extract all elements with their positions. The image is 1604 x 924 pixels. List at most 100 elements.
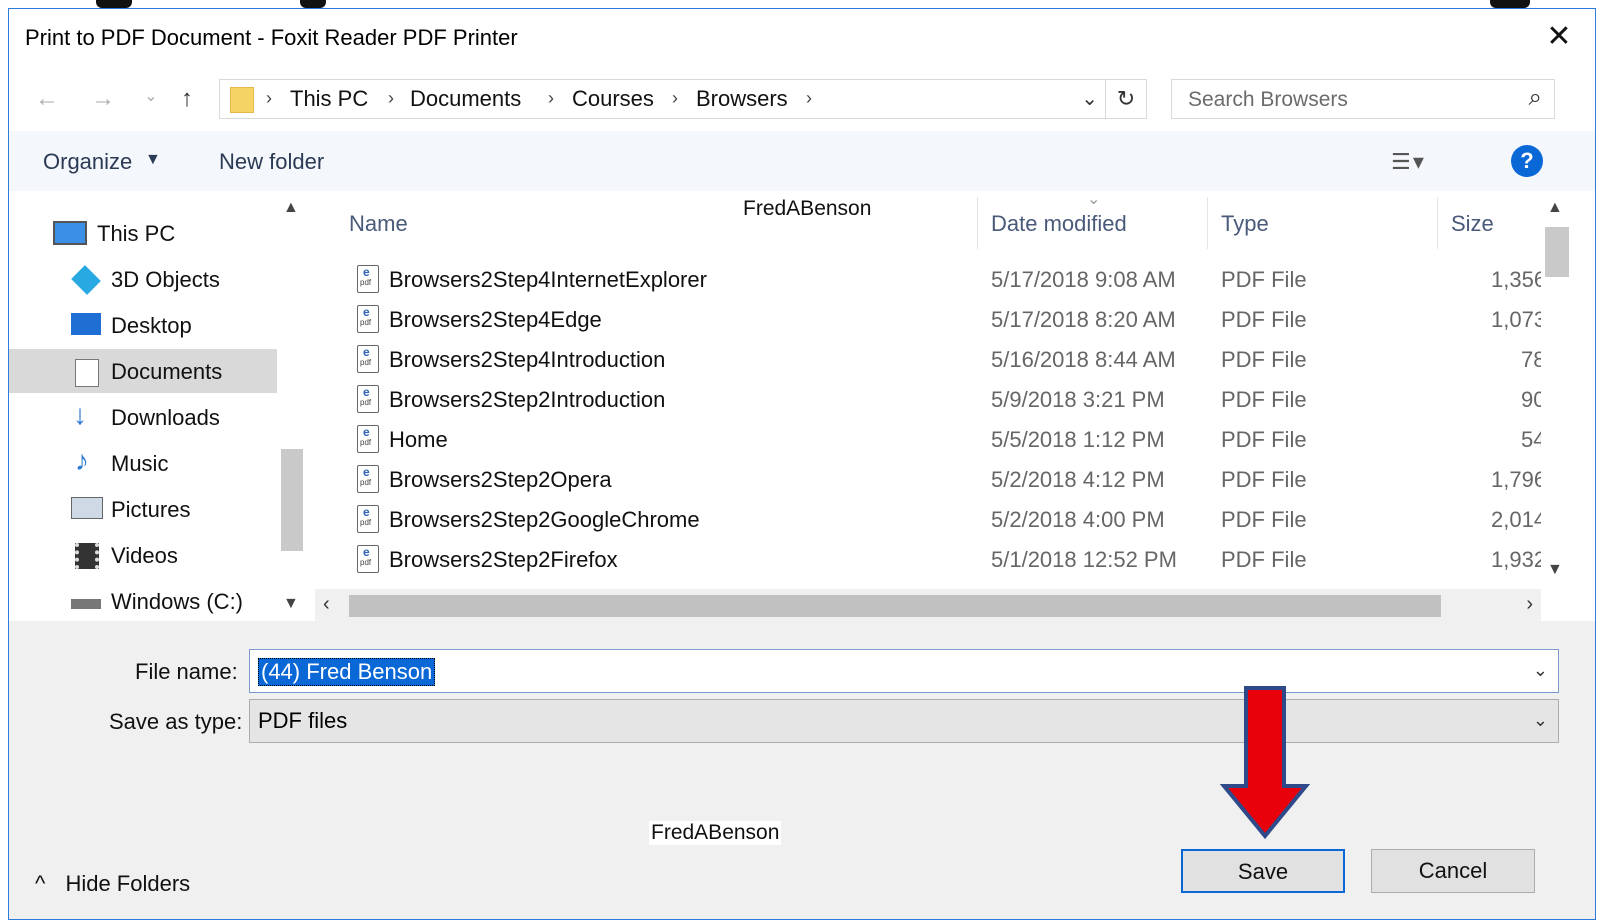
organize-button[interactable]: Organize xyxy=(43,149,132,175)
navigation-pane-scrollbar[interactable]: ▲ ▼ xyxy=(279,191,305,621)
column-divider[interactable] xyxy=(1437,197,1438,249)
search-icon[interactable]: ⌕ xyxy=(1529,84,1542,112)
pdf-file-icon xyxy=(357,345,379,373)
sidebar-item-downloads[interactable]: ↓ Downloads xyxy=(9,395,277,439)
table-row[interactable]: Browsers2Step4Edge 5/17/2018 8:20 AM PDF… xyxy=(315,301,1541,341)
sidebar-item-3d-objects[interactable]: 3D Objects xyxy=(9,257,277,301)
file-type: PDF File xyxy=(1221,427,1307,452)
close-icon[interactable]: ✕ xyxy=(1541,19,1577,55)
table-row[interactable]: Browsers2Step2Opera 5/2/2018 4:12 PM PDF… xyxy=(315,461,1541,501)
film-icon xyxy=(75,543,99,569)
file-type: PDF File xyxy=(1221,307,1307,332)
chevron-down-icon[interactable]: ⌄ xyxy=(1533,660,1548,681)
scroll-thumb[interactable] xyxy=(349,595,1441,617)
file-name: Browsers2Step2GoogleChrome xyxy=(389,507,700,532)
file-name-label: File name: xyxy=(135,659,238,684)
save-as-type-label: Save as type: xyxy=(109,709,243,734)
breadcrumb-documents[interactable]: Documents xyxy=(410,86,521,112)
sidebar-item-windows-c[interactable]: Windows (C:) xyxy=(9,579,277,623)
table-row[interactable]: Browsers2Step4Introduction 5/16/2018 8:4… xyxy=(315,341,1541,381)
table-row[interactable]: Browsers2Step2GoogleChrome 5/2/2018 4:00… xyxy=(315,501,1541,541)
breadcrumb-this-pc[interactable]: This PC xyxy=(290,86,368,112)
table-row[interactable]: Browsers2Step2Firefox 5/1/2018 12:52 PM … xyxy=(315,541,1541,581)
column-header-type[interactable]: Type xyxy=(1221,211,1269,237)
scroll-up-icon[interactable]: ▲ xyxy=(283,199,299,217)
pdf-file-icon xyxy=(357,505,379,533)
search-placeholder: Search Browsers xyxy=(1188,88,1348,111)
pdf-file-icon xyxy=(357,305,379,333)
refresh-icon[interactable]: ↻ xyxy=(1105,80,1146,118)
scroll-down-icon[interactable]: ▼ xyxy=(283,595,299,613)
pdf-file-icon xyxy=(357,545,379,573)
address-dropdown-icon[interactable]: ⌄ xyxy=(1081,86,1098,111)
file-date: 5/9/2018 3:21 PM xyxy=(991,387,1165,412)
file-size: 1,356 xyxy=(1491,267,1541,292)
sort-indicator-icon: ⌄ xyxy=(1087,191,1101,208)
sidebar-item-videos[interactable]: Videos xyxy=(9,533,277,577)
file-date: 5/16/2018 8:44 AM xyxy=(991,347,1176,372)
column-header-size[interactable]: Size xyxy=(1451,211,1494,237)
cropped-blob xyxy=(1490,0,1530,8)
search-box[interactable]: Search Browsers ⌕ xyxy=(1171,79,1555,119)
save-dialog: Print to PDF Document - Foxit Reader PDF… xyxy=(8,8,1596,920)
column-header-name[interactable]: Name xyxy=(349,211,408,237)
cancel-button[interactable]: Cancel xyxy=(1371,849,1535,893)
scroll-up-icon[interactable]: ▲ xyxy=(1547,199,1563,217)
sidebar-item-label: 3D Objects xyxy=(111,267,220,292)
sidebar-item-this-pc[interactable]: This PC xyxy=(9,211,277,255)
breadcrumb-browsers[interactable]: Browsers xyxy=(696,86,788,112)
scroll-thumb[interactable] xyxy=(281,449,303,551)
column-divider[interactable] xyxy=(1207,197,1208,249)
table-row[interactable]: Browsers2Step4InternetExplorer 5/17/2018… xyxy=(315,261,1541,301)
back-arrow-icon[interactable]: ← xyxy=(33,85,61,113)
up-arrow-icon[interactable]: ↑ xyxy=(173,85,201,113)
address-bar[interactable]: › This PC › Documents › Courses › Browse… xyxy=(219,79,1147,119)
file-name-value: (44) Fred Benson xyxy=(258,658,436,686)
table-row[interactable]: Browsers2Step2Introduction 5/9/2018 3:21… xyxy=(315,381,1541,421)
file-type: PDF File xyxy=(1221,267,1307,292)
scroll-left-icon[interactable]: ‹ xyxy=(323,593,330,616)
breadcrumb-separator: › xyxy=(388,88,394,108)
file-date: 5/2/2018 4:00 PM xyxy=(991,507,1165,532)
save-button[interactable]: Save xyxy=(1181,849,1345,893)
new-folder-button[interactable]: New folder xyxy=(219,149,324,175)
file-name: Browsers2Step4Edge xyxy=(389,307,602,332)
cropped-blob xyxy=(96,0,132,8)
chevron-down-icon[interactable]: ⌄ xyxy=(1533,710,1548,731)
table-row[interactable]: Home 5/5/2018 1:12 PM PDF File 54 xyxy=(315,421,1541,461)
hide-folders-button[interactable]: ^ Hide Folders xyxy=(35,871,190,897)
save-form: File name: (44) Fred Benson ⌄ Save as ty… xyxy=(9,621,1595,919)
file-type: PDF File xyxy=(1221,387,1307,412)
watermark-text: FredABenson xyxy=(649,821,782,845)
organize-caret-icon[interactable]: ▼ xyxy=(145,151,161,169)
sidebar-item-music[interactable]: ♪ Music xyxy=(9,441,277,485)
pdf-file-icon xyxy=(357,465,379,493)
breadcrumb-separator: › xyxy=(548,88,554,108)
file-size: 1,932 xyxy=(1491,547,1541,572)
sidebar-item-desktop[interactable]: Desktop xyxy=(9,303,277,347)
file-date: 5/5/2018 1:12 PM xyxy=(991,427,1165,452)
file-list-vertical-scrollbar[interactable]: ▲ ▼ xyxy=(1541,191,1571,589)
picture-icon xyxy=(71,497,103,519)
recent-locations-icon[interactable]: ⌄ xyxy=(137,83,165,111)
sidebar-item-documents[interactable]: Documents xyxy=(9,349,277,393)
save-as-type-select[interactable]: PDF files ⌄ xyxy=(249,699,1559,743)
file-name: Browsers2Step4Introduction xyxy=(389,347,666,372)
column-header-date-modified[interactable]: Date modified xyxy=(991,211,1127,237)
column-divider[interactable] xyxy=(977,197,978,249)
sidebar-item-pictures[interactable]: Pictures xyxy=(9,487,277,531)
forward-arrow-icon[interactable]: → xyxy=(89,85,117,113)
cube-icon xyxy=(71,265,101,295)
file-name-field[interactable]: (44) Fred Benson ⌄ xyxy=(249,649,1559,693)
view-options-icon[interactable]: ☰ ▾ xyxy=(1391,149,1424,175)
file-list-horizontal-scrollbar[interactable]: ‹ › xyxy=(315,589,1541,621)
scroll-down-icon[interactable]: ▼ xyxy=(1547,561,1563,579)
file-name: Browsers2Step4InternetExplorer xyxy=(389,267,707,292)
scroll-right-icon[interactable]: › xyxy=(1526,593,1533,616)
help-icon[interactable]: ? xyxy=(1511,145,1543,177)
breadcrumb-courses[interactable]: Courses xyxy=(572,86,654,112)
scroll-thumb[interactable] xyxy=(1545,227,1569,277)
navigation-pane: This PC 3D Objects Desktop Documents ↓ D… xyxy=(9,191,311,621)
file-date: 5/1/2018 12:52 PM xyxy=(991,547,1177,572)
file-type: PDF File xyxy=(1221,467,1307,492)
